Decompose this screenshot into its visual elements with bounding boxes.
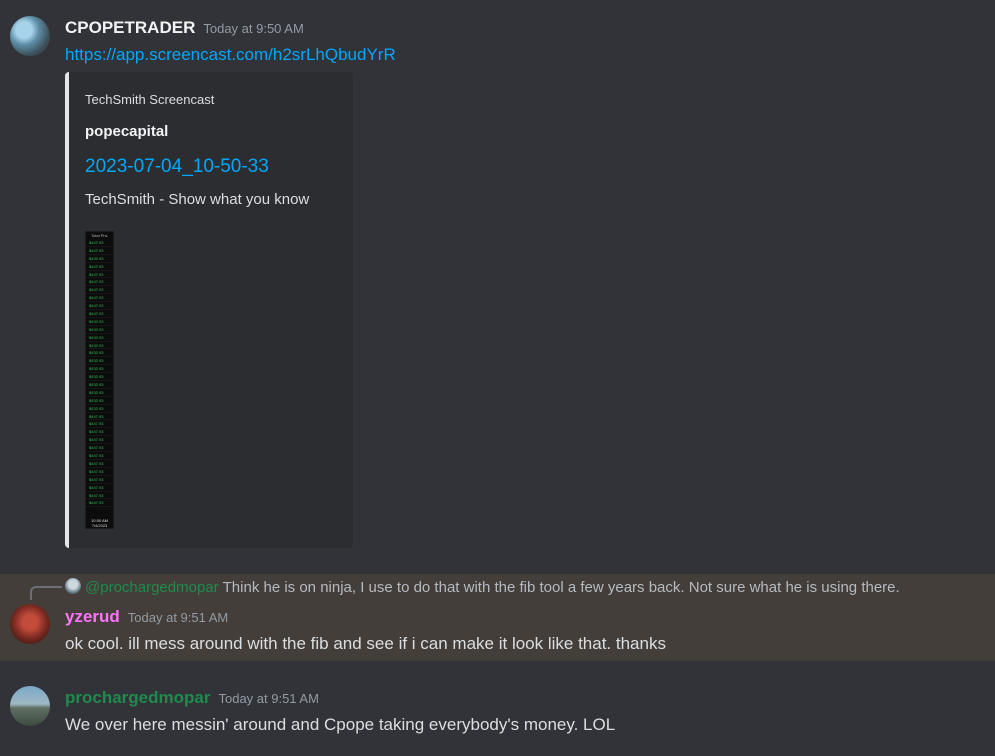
thumbnail-row: $447.93 (86, 484, 113, 492)
thumbnail-row: $447.93 (86, 271, 113, 279)
thumbnail-row: $432.93 (86, 349, 113, 358)
thumbnail-row: $432.93 (86, 389, 113, 397)
thumbnail-row: $447.93 (86, 413, 113, 421)
timestamp[interactable]: Today at 9:51 AM (128, 610, 228, 625)
thumbnail-row: $447.93 (86, 460, 113, 468)
thumbnail-row: $432.93 (86, 318, 113, 326)
message-text: We over here messin' around and Cpope ta… (65, 715, 616, 734)
thumbnail-row: $432.93 (86, 326, 113, 334)
reply-text[interactable]: Think he is on ninja, I use to do that w… (223, 579, 900, 596)
reply-username[interactable]: @prochargedmopar (85, 579, 219, 596)
thumbnail-row: $447.93 (86, 476, 113, 484)
thumbnail-row: $432.93 (86, 397, 113, 405)
thumbnail-header: Total PnL (91, 233, 108, 238)
embed-description: TechSmith - Show what you know (85, 191, 310, 208)
thumbnail-row: $432.93 (86, 373, 113, 382)
thumbnail-row: $447.93 (86, 452, 113, 460)
thumbnail-row: $447.93 (86, 499, 113, 508)
thumbnail-row: $432.93 (86, 405, 113, 413)
thumbnail-row: $447.93 (86, 278, 113, 287)
thumbnail-row: $447.93 (86, 310, 113, 318)
thumbnail-rows: $447.93 $447.93 $432.93 $447.93 $447.93 $447.… (86, 239, 113, 508)
embed-thumbnail[interactable]: Total PnL $447.93 $447.93 $432.93 $447.93 $4… (85, 231, 114, 529)
message-header: CPOPETRADER Today at 9:50 AM (65, 18, 304, 38)
thumbnail-row: $447.93 (86, 286, 113, 295)
reply-connector (30, 586, 62, 600)
reply-avatar[interactable] (65, 578, 81, 594)
thumbnail-row: $447.93 (86, 420, 113, 429)
embed-author[interactable]: popecapital (85, 123, 168, 140)
username[interactable]: CPOPETRADER (65, 18, 195, 37)
thumbnail-row: $447.93 (86, 492, 113, 500)
thumbnail-row: $447.93 (86, 436, 113, 445)
thumbnail-row: $447.93 (86, 468, 113, 476)
avatar[interactable] (10, 604, 50, 644)
thumbnail-row: $432.93 (86, 365, 113, 374)
timestamp[interactable]: Today at 9:51 AM (218, 691, 318, 706)
thumbnail-row: $432.93 (86, 381, 113, 389)
thumbnail-row: $447.93 (86, 294, 113, 303)
link-embed: TechSmith Screencast popecapital 2023-07… (65, 72, 353, 548)
avatar[interactable] (10, 686, 50, 726)
thumbnail-row: $447.93 (86, 247, 113, 255)
thumbnail-row: $447.93 (86, 444, 113, 453)
embed-provider[interactable]: TechSmith Screencast (85, 92, 214, 107)
thumbnail-row: $432.93 (86, 334, 113, 342)
thumbnail-row: $447.93 (86, 428, 113, 437)
embed-title[interactable]: 2023-07-04_10-50-33 (85, 156, 269, 178)
message-link[interactable]: https://app.screencast.com/h2srLhQbudYrR (65, 45, 396, 65)
thumbnail-footer: 10:50 AM 7/4/2023 (86, 518, 113, 528)
thumbnail-row: $447.93 (86, 263, 113, 271)
thumbnail-date: 7/4/2023 (91, 523, 108, 528)
thumbnail-row: $432.93 (86, 357, 113, 366)
message-header: yzerud Today at 9:51 AM (65, 607, 228, 627)
thumbnail-row: $447.93 (86, 239, 113, 247)
username[interactable]: yzerud (65, 607, 120, 626)
message-header: prochargedmopar Today at 9:51 AM (65, 688, 319, 708)
avatar[interactable] (10, 16, 50, 56)
message-text: ok cool. ill mess around with the fib an… (65, 634, 666, 653)
reply-preview[interactable]: @prochargedmopar Think he is on ninja, I … (65, 578, 900, 596)
timestamp[interactable]: Today at 9:50 AM (203, 21, 303, 36)
username[interactable]: prochargedmopar (65, 688, 210, 707)
thumbnail-row: $432.93 (86, 255, 113, 263)
thumbnail-row: $447.93 (86, 302, 113, 311)
thumbnail-row: $432.93 (86, 342, 113, 350)
